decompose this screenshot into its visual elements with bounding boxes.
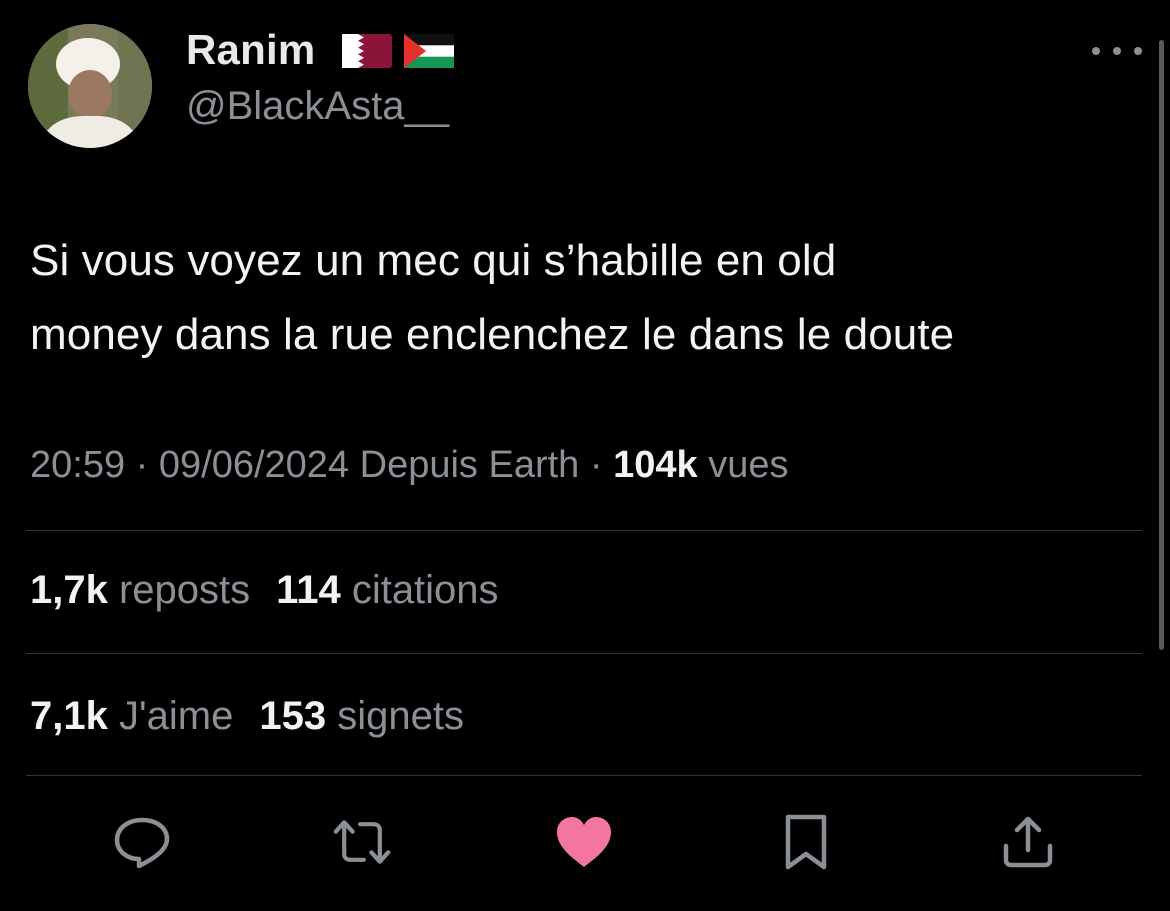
like-stats: 7,1k J'aime 153 signets [30,694,464,739]
quotes-link[interactable]: 114 citations [276,568,498,612]
reply-icon [114,817,170,869]
repost-icon [333,820,391,864]
qatar-flag-icon [342,34,392,68]
like-icon [557,817,611,867]
bookmark-button[interactable] [776,812,836,872]
tweet-text: Si vous voyez un mec qui s’habille en ol… [30,224,1145,372]
bookmarks-label: signets [337,694,464,738]
tweet-source: Depuis Earth [359,444,580,486]
views-count: 104k [613,444,698,486]
scrollbar[interactable] [1159,40,1164,650]
bookmarks-count: 153 [259,694,327,738]
divider [26,653,1142,654]
tweet-text-line: Si vous voyez un mec qui s’habille en ol… [30,236,837,285]
tweet-text-line: money dans la rue enclenchez le dans le … [30,310,955,359]
more-options-icon[interactable] [1092,36,1142,66]
reposts-label: reposts [118,568,251,612]
quotes-label: citations [351,568,499,612]
repost-button[interactable] [332,812,392,872]
repost-stats: 1,7k reposts 114 citations [30,568,499,613]
meta-separator: · [135,444,149,486]
reply-button[interactable] [112,812,172,872]
flags [342,34,454,68]
share-icon [1003,816,1053,868]
reposts-link[interactable]: 1,7k reposts [30,568,250,612]
divider [26,775,1142,776]
likes-count: 7,1k [30,694,108,738]
share-button[interactable] [998,812,1058,872]
tweet-date[interactable]: 09/06/2024 [159,444,349,486]
user-handle[interactable]: @BlackAsta__ [186,84,449,129]
action-bar [0,812,1170,872]
tweet-meta: 20:59 · 09/06/2024 Depuis Earth · 104k v… [30,444,788,487]
bookmark-icon [785,814,827,870]
display-name[interactable]: Ranim [186,26,315,74]
quotes-count: 114 [276,568,341,612]
divider [26,530,1142,531]
like-button[interactable] [554,812,614,872]
bookmarks-link[interactable]: 153 signets [259,694,464,738]
meta-separator: · [589,444,603,486]
avatar[interactable] [28,24,152,148]
likes-link[interactable]: 7,1k J'aime [30,694,233,738]
reposts-count: 1,7k [30,568,108,612]
palestine-flag-icon [404,34,454,68]
tweet-time[interactable]: 20:59 [30,444,125,486]
views-label: vues [708,444,789,486]
likes-label: J'aime [118,694,234,738]
